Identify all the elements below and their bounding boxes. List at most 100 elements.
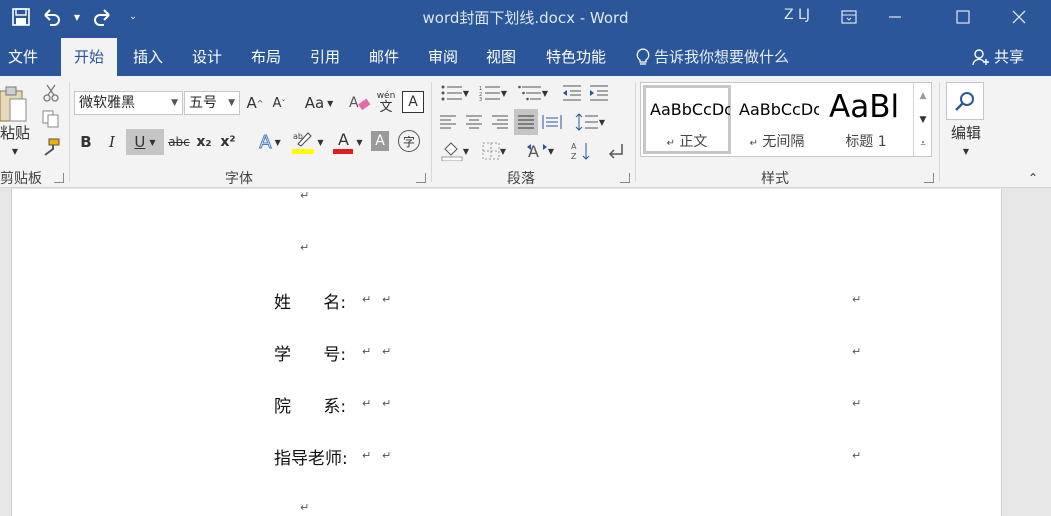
tab-review[interactable]: 审阅	[424, 38, 462, 76]
chinese-layout-icon: A	[526, 142, 547, 161]
character-shading-button[interactable]: A	[371, 131, 389, 151]
paragraph-mark: ↵	[300, 241, 310, 254]
shrink-font-button[interactable]: Aˇ	[269, 91, 289, 115]
minimize-icon[interactable]	[872, 0, 918, 34]
style-normal[interactable]: AaBbCcDc ↵ 正文	[643, 85, 731, 154]
text-effects-button[interactable]: A ▼	[254, 129, 286, 155]
phonetic-guide-button[interactable]: wén 文	[375, 88, 397, 116]
line-spacing-icon	[575, 113, 598, 131]
editing-dropdown-icon[interactable]: ▼	[959, 144, 973, 158]
share-button[interactable]: 共享	[972, 38, 1024, 76]
bold-button[interactable]: B	[76, 129, 96, 155]
tab-insert[interactable]: 插入	[129, 38, 167, 76]
tab-layout[interactable]: 布局	[247, 38, 285, 76]
style-heading-1[interactable]: AaBl 标题 1	[823, 85, 909, 154]
group-divider	[69, 82, 70, 182]
chevron-down-icon: ▼	[171, 98, 178, 108]
align-center-icon[interactable]	[463, 110, 485, 134]
ribbon-display-options-icon[interactable]	[826, 0, 872, 34]
paste-icon[interactable]	[0, 84, 28, 124]
strikethrough-button[interactable]: abc	[167, 129, 191, 155]
clipboard-group-label: 剪贴板	[0, 171, 42, 187]
numbering-button[interactable]: 1 2 3 ▼	[475, 82, 511, 104]
sort-icon[interactable]: AZ	[569, 138, 593, 164]
field-department-label: 院 系:	[274, 397, 347, 417]
styles-launcher-icon[interactable]	[924, 173, 934, 183]
show-formatting-marks-icon[interactable]	[604, 138, 628, 164]
group-divider	[939, 82, 940, 182]
tab-view[interactable]: 视图	[482, 38, 520, 76]
vertical-scrollbar[interactable]	[1002, 189, 1051, 516]
shading-button[interactable]: ▼	[437, 138, 473, 164]
paragraph-launcher-icon[interactable]	[620, 173, 630, 183]
borders-button[interactable]: ▼	[476, 138, 512, 164]
italic-button[interactable]: I	[102, 129, 122, 155]
bullets-icon	[441, 85, 462, 101]
style-sample: AaBbCcDc	[650, 100, 730, 119]
highlight-color-button[interactable]: ab ▼	[290, 129, 326, 155]
scroll-up-icon[interactable]: ▲	[914, 85, 932, 107]
subscript-button[interactable]: x₂	[194, 129, 214, 155]
close-icon[interactable]	[996, 0, 1042, 34]
multilevel-list-button[interactable]: ▼	[514, 82, 552, 104]
change-case-button[interactable]: Aa ▼	[300, 91, 338, 115]
paste-dropdown-icon[interactable]: ▼	[10, 144, 20, 158]
clipboard-launcher-icon[interactable]	[54, 173, 64, 183]
borders-icon	[482, 142, 500, 160]
paragraph-mark: ↵	[852, 345, 862, 358]
enclose-characters-button[interactable]: 字	[398, 130, 420, 152]
style-no-spacing[interactable]: AaBbCcDc ↵ 无间隔	[733, 85, 821, 154]
find-icon[interactable]	[946, 82, 984, 120]
superscript-button[interactable]: x²	[218, 129, 238, 155]
character-border-button[interactable]: A	[402, 91, 424, 113]
tab-design[interactable]: 设计	[188, 38, 226, 76]
justify-icon[interactable]	[514, 109, 538, 135]
font-color-button[interactable]: A ▼	[330, 129, 366, 155]
line-spacing-button[interactable]: ▼	[570, 110, 610, 134]
tab-mailings[interactable]: 邮件	[365, 38, 403, 76]
font-name-select[interactable]: 微软雅黑 ▼	[74, 91, 183, 115]
align-left-icon[interactable]	[437, 110, 459, 134]
paragraph-mark: ↵	[362, 397, 372, 410]
styles-gallery-scroll: ▲ ▼ ⩡	[913, 83, 931, 156]
tab-special-features[interactable]: 特色功能	[542, 38, 610, 76]
scroll-down-icon[interactable]: ▼	[914, 109, 932, 131]
tab-file[interactable]: 文件	[4, 38, 42, 76]
editing-button[interactable]: 编辑	[944, 122, 988, 142]
more-styles-icon[interactable]: ⩡	[914, 133, 932, 155]
decrease-indent-icon[interactable]	[560, 82, 584, 104]
increase-indent-icon[interactable]	[587, 82, 611, 104]
paragraph-mark: ↵	[382, 345, 392, 358]
copy-icon[interactable]	[40, 108, 62, 130]
font-size-select[interactable]: 五号 ▼	[184, 91, 240, 115]
paste-button[interactable]: 粘贴	[0, 122, 30, 142]
numbering-icon: 123	[479, 86, 500, 101]
format-painter-icon[interactable]	[40, 136, 62, 158]
align-right-icon[interactable]	[489, 110, 511, 134]
clear-formatting-icon[interactable]: A	[348, 91, 372, 115]
style-name: ↵ 无间隔	[749, 134, 805, 150]
document-page[interactable]: ↵ ↵ 姓 名: ↵ ↵ ↵ 学 号: ↵ ↵ ↵ 院 系: ↵ ↵ ↵ 指导老…	[11, 189, 1002, 516]
chinese-layout-button[interactable]: A ▼	[522, 138, 558, 164]
maximize-icon[interactable]	[940, 0, 986, 34]
distributed-align-icon[interactable]	[541, 110, 563, 134]
styles-group-label: 样式	[761, 171, 789, 187]
ribbon-tabs: 文件 开始 插入 设计 布局 引用 邮件 审阅 视图 特色功能 告诉我你想要做什…	[0, 34, 1051, 76]
cut-icon[interactable]	[40, 82, 62, 104]
tab-references[interactable]: 引用	[306, 38, 344, 76]
title-bar: ▼ ⌄ word封面下划线.docx - Word Z LJ	[0, 0, 1051, 34]
user-name[interactable]: Z LJ	[784, 7, 810, 23]
paragraph-group-label: 段落	[507, 171, 535, 187]
highlighter-icon: ab	[293, 132, 313, 147]
paragraph-mark: ↵	[382, 397, 392, 410]
tell-me-search[interactable]: 告诉我你想要做什么	[636, 38, 789, 76]
field-student-id-label: 学 号:	[274, 345, 347, 365]
font-color-swatch	[333, 149, 354, 154]
grow-font-button[interactable]: A ^	[245, 91, 265, 115]
tab-home[interactable]: 开始	[61, 38, 118, 76]
collapse-ribbon-icon[interactable]: ⌃	[1024, 170, 1042, 186]
underline-button[interactable]: U ▼	[126, 129, 164, 155]
font-launcher-icon[interactable]	[416, 173, 426, 183]
style-sample: AaBl	[829, 89, 900, 125]
bullets-button[interactable]: ▼	[437, 82, 473, 104]
